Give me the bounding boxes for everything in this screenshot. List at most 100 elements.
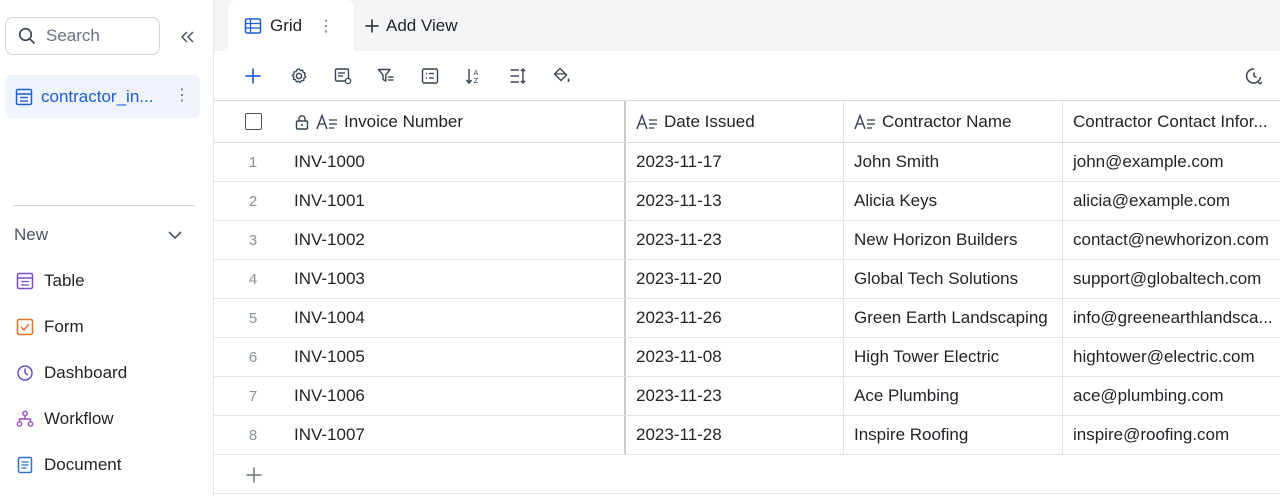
view-tabbar: Grid ⋮ Add View — [214, 0, 1280, 51]
search-placeholder: Search — [46, 26, 100, 45]
column-header-date-issued[interactable]: Date Issued — [624, 101, 843, 142]
new-section-toggle[interactable]: New — [14, 222, 184, 248]
sidebar: Search contractor_in... ⋮ New Table Form… — [0, 0, 214, 496]
row-number-cell: 4 — [248, 270, 258, 288]
new-workflow-item[interactable]: Workflow — [14, 404, 194, 434]
contractor-contact-cell[interactable]: inspire@roofing.com — [1062, 416, 1280, 454]
contractor-contact-cell[interactable]: ace@plumbing.com — [1062, 377, 1280, 415]
workflow-icon — [14, 408, 36, 430]
invoice-number-cell[interactable]: INV-1001 — [294, 182, 624, 220]
contractor-contact-cell[interactable]: alicia@example.com — [1062, 182, 1280, 220]
collapse-sidebar-button[interactable] — [176, 26, 198, 48]
table-row[interactable]: 6 INV-1005 2023-11-08 High Tower Electric hi… — [214, 338, 1280, 377]
date-issued-cell[interactable]: 2023-11-23 — [624, 221, 843, 259]
table-row[interactable]: 1 INV-1000 2023-11-17 John Smith john@exampl… — [214, 143, 1280, 182]
column-header-contractor-name[interactable]: Contractor Name — [843, 101, 1062, 142]
invoice-number-cell[interactable]: INV-1005 — [294, 338, 624, 376]
invoice-number-cell[interactable]: INV-1004 — [294, 299, 624, 337]
history-clock-icon — [1245, 68, 1263, 85]
color-button[interactable] — [550, 64, 574, 88]
table-row[interactable]: 2 INV-1001 2023-11-13 Alicia Keys alicia@exa… — [214, 182, 1280, 221]
row-number-cell: 5 — [248, 309, 258, 327]
date-issued-cell[interactable]: 2023-11-20 — [624, 260, 843, 298]
column-header-invoice-number[interactable]: Invoice Number — [294, 101, 624, 142]
filter-button[interactable] — [374, 64, 398, 88]
tab-grid[interactable]: Grid ⋮ — [228, 0, 354, 51]
table-row[interactable]: 3 INV-1002 2023-11-23 New Horizon Builders c… — [214, 221, 1280, 260]
new-document-item[interactable]: Document — [14, 450, 194, 480]
contractor-name-cell[interactable]: Global Tech Solutions — [843, 260, 1062, 298]
invoice-number-cell[interactable]: INV-1003 — [294, 260, 624, 298]
row-number-cell: 8 — [248, 426, 258, 444]
gear-icon — [291, 68, 307, 84]
add-view-label: Add View — [386, 16, 458, 35]
contractor-contact-cell[interactable]: john@example.com — [1062, 143, 1280, 181]
add-record-button[interactable] — [241, 64, 265, 88]
invoice-number-cell[interactable]: INV-1007 — [294, 416, 624, 454]
svg-text:A: A — [474, 69, 479, 77]
date-issued-cell[interactable]: 2023-11-17 — [624, 143, 843, 181]
add-view-button[interactable]: Add View — [364, 13, 458, 39]
table-icon — [15, 88, 33, 105]
table-row[interactable]: 8 INV-1007 2023-11-28 Inspire Roofing inspir… — [214, 416, 1280, 455]
sidebar-divider — [14, 205, 194, 206]
contractor-contact-cell[interactable]: info@greenearthlandsca... — [1062, 299, 1280, 337]
row-number-cell: 2 — [248, 192, 258, 210]
grid-bottom-border — [214, 493, 1280, 494]
contractor-name-cell[interactable]: John Smith — [843, 143, 1062, 181]
new-section-label: New — [14, 225, 49, 244]
menu-item-label: Dashboard — [44, 363, 128, 382]
more-options-icon[interactable]: ⋮ — [318, 16, 334, 36]
dashboard-icon — [14, 362, 36, 384]
contractor-name-cell[interactable]: Inspire Roofing — [843, 416, 1062, 454]
sort-button[interactable]: AZ — [462, 64, 486, 88]
search-icon — [18, 27, 35, 44]
new-form-item[interactable]: Form — [14, 312, 194, 342]
chevron-down-icon — [168, 231, 182, 240]
invoice-number-cell[interactable]: INV-1000 — [294, 143, 624, 181]
history-button[interactable] — [1242, 64, 1266, 88]
select-all-cell[interactable] — [214, 101, 294, 142]
date-issued-cell[interactable]: 2023-11-26 — [624, 299, 843, 337]
invoice-number-cell[interactable]: INV-1006 — [294, 377, 624, 415]
plus-icon — [246, 467, 262, 483]
date-issued-cell[interactable]: 2023-11-23 — [624, 377, 843, 415]
contractor-contact-cell[interactable]: hightower@electric.com — [1062, 338, 1280, 376]
contractor-name-cell[interactable]: Alicia Keys — [843, 182, 1062, 220]
table-row[interactable]: 4 INV-1003 2023-11-20 Global Tech Solutions… — [214, 260, 1280, 299]
column-header-label: Invoice Number — [344, 111, 464, 131]
contractor-name-cell[interactable]: Ace Plumbing — [843, 377, 1062, 415]
filter-icon — [377, 68, 394, 82]
table-row[interactable]: 7 INV-1006 2023-11-23 Ace Plumbing ace@plumb… — [214, 377, 1280, 416]
group-button[interactable] — [418, 64, 442, 88]
date-issued-cell[interactable]: 2023-11-13 — [624, 182, 843, 220]
row-height-icon — [510, 68, 526, 84]
add-row-button[interactable] — [242, 463, 266, 487]
contractor-name-cell[interactable]: Green Earth Landscaping — [843, 299, 1062, 337]
contractor-name-cell[interactable]: New Horizon Builders — [843, 221, 1062, 259]
list-group-icon — [421, 68, 439, 84]
contractor-name-cell[interactable]: High Tower Electric — [843, 338, 1062, 376]
invoice-number-cell[interactable]: INV-1002 — [294, 221, 624, 259]
new-table-item[interactable]: Table — [14, 266, 194, 296]
plus-icon — [245, 68, 261, 84]
column-header-label: Contractor Contact Infor... — [1073, 111, 1268, 131]
column-header-contractor-contact[interactable]: Contractor Contact Infor... — [1062, 101, 1280, 142]
date-issued-cell[interactable]: 2023-11-28 — [624, 416, 843, 454]
fields-icon — [334, 68, 352, 85]
column-header-label: Contractor Name — [882, 111, 1012, 131]
settings-button[interactable] — [287, 64, 311, 88]
select-all-checkbox[interactable] — [244, 113, 262, 130]
sidebar-item-contractor-table[interactable]: contractor_in... ⋮ — [5, 75, 200, 118]
grid-header-row: Invoice Number Date Issued Contractor Na… — [214, 101, 1280, 143]
field-settings-button[interactable] — [331, 64, 355, 88]
table-row[interactable]: 5 INV-1004 2023-11-26 Green Earth Landscapi… — [214, 299, 1280, 338]
new-dashboard-item[interactable]: Dashboard — [14, 358, 194, 388]
more-options-icon[interactable]: ⋮ — [174, 86, 190, 106]
search-input[interactable]: Search — [5, 17, 160, 55]
document-icon — [14, 454, 36, 476]
contractor-contact-cell[interactable]: support@globaltech.com — [1062, 260, 1280, 298]
contractor-contact-cell[interactable]: contact@newhorizon.com — [1062, 221, 1280, 259]
date-issued-cell[interactable]: 2023-11-08 — [624, 338, 843, 376]
row-height-button[interactable] — [506, 64, 530, 88]
